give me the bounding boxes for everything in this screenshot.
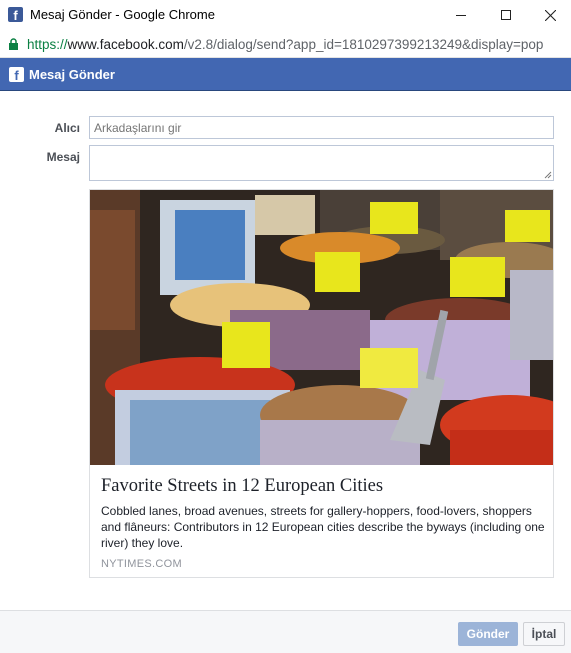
window-titlebar: f Mesaj Gönder - Google Chrome — [0, 0, 571, 30]
address-bar[interactable]: https://www.facebook.com/v2.8/dialog/sen… — [0, 30, 571, 58]
preview-image — [90, 190, 553, 465]
maximize-button[interactable] — [483, 0, 529, 30]
url-host: www.facebook.com — [67, 37, 184, 52]
share-preview-card[interactable]: Favorite Streets in 12 European Cities C… — [89, 189, 554, 578]
message-label: Mesaj — [46, 150, 80, 164]
message-textarea[interactable] — [89, 145, 554, 181]
card-description: Cobbled lanes, broad avenues, streets fo… — [101, 504, 545, 550]
dialog-title: Mesaj Gönder — [29, 67, 115, 82]
url-path: /v2.8/dialog/send?app_id=181029739921324… — [183, 37, 544, 52]
dialog-header: f Mesaj Gönder — [0, 58, 571, 91]
card-source: NYTIMES.COM — [101, 558, 182, 570]
dialog-footer: Gönder İptal — [0, 610, 571, 653]
facebook-logo-icon: f — [9, 67, 24, 82]
recipient-input[interactable] — [89, 116, 554, 139]
close-icon — [544, 9, 556, 21]
url-text: https://www.facebook.com/v2.8/dialog/sen… — [27, 37, 543, 52]
facebook-icon: f — [8, 7, 23, 22]
maximize-icon — [501, 10, 511, 20]
lock-icon — [9, 38, 18, 50]
recipient-label: Alıcı — [54, 121, 80, 135]
send-button[interactable]: Gönder — [458, 622, 518, 646]
minimize-button[interactable] — [438, 0, 484, 30]
window-title: Mesaj Gönder - Google Chrome — [30, 7, 215, 22]
minimize-icon — [456, 15, 466, 16]
cancel-button[interactable]: İptal — [523, 622, 565, 646]
close-button[interactable] — [527, 0, 571, 30]
url-scheme: https:// — [27, 37, 68, 52]
card-title: Favorite Streets in 12 European Cities — [101, 476, 384, 496]
resize-grip-icon[interactable] — [544, 171, 552, 179]
